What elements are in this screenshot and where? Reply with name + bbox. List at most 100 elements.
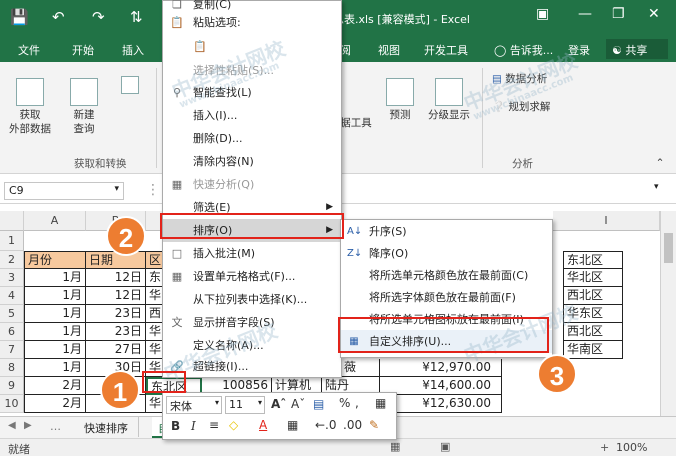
more-options-icon[interactable]: ⋮ xyxy=(146,182,160,198)
more-sheets-icon[interactable]: … xyxy=(50,420,61,433)
menu-item-clear-contents[interactable]: 清除内容(N) xyxy=(163,150,341,173)
submenu-item-sort-ascending[interactable]: A↓ 升序(S) xyxy=(341,220,552,243)
select-all-corner[interactable] xyxy=(0,211,24,231)
cell-region-i[interactable]: 华东区 xyxy=(563,305,623,323)
row-header[interactable]: 6 xyxy=(0,323,24,341)
page-layout-icon[interactable]: ▣ xyxy=(440,440,450,453)
tab-insert[interactable]: 插入 xyxy=(122,42,144,58)
cell-month[interactable]: 2月 xyxy=(24,377,86,395)
cell-amount[interactable]: ¥14,600.00 xyxy=(380,377,502,395)
increase-font-icon[interactable]: Aˆ xyxy=(271,397,286,411)
column-header[interactable]: I xyxy=(553,211,660,231)
submenu-item-cell-color-top[interactable]: 将所选单元格颜色放在最前面(C) xyxy=(341,264,552,287)
data-analysis-button[interactable]: ▤ 数据分析 xyxy=(492,72,572,86)
cell-region-i[interactable]: 西北区 xyxy=(563,323,623,341)
maximize-icon[interactable]: ❐ xyxy=(612,6,625,22)
menu-item-insert[interactable]: 插入(I)... xyxy=(163,104,341,127)
sheet-tab-quick-sort[interactable]: 快速排序 xyxy=(74,417,139,437)
menu-item-pick-from-list[interactable]: 从下拉列表中选择(K)... xyxy=(163,288,341,311)
menu-item-delete[interactable]: 删除(D)... xyxy=(163,127,341,150)
submenu-item-font-color-top[interactable]: 将所选字体颜色放在最前面(F) xyxy=(341,286,552,309)
cell-month[interactable]: 1月 xyxy=(24,341,86,359)
cell-month[interactable]: 2月 xyxy=(24,395,86,413)
tab-file[interactable]: 文件 xyxy=(18,42,40,58)
decrease-decimal-icon[interactable]: ←.0 xyxy=(315,418,337,432)
cell-date[interactable]: 23日 xyxy=(86,323,146,341)
row-header[interactable]: 1 xyxy=(0,231,24,251)
share-button[interactable]: ☯ 共享 xyxy=(606,39,668,59)
scroll-thumb[interactable] xyxy=(664,233,673,263)
forecast-button[interactable]: 预测 xyxy=(380,78,420,122)
redo-icon[interactable]: ↷ xyxy=(92,8,105,26)
percent-icon[interactable]: % xyxy=(339,396,350,410)
menu-item-format-cells[interactable]: ▦ 设置单元格格式(F)... xyxy=(163,265,341,288)
header-cell-month[interactable]: 月份 xyxy=(24,251,86,269)
collapse-ribbon-icon[interactable]: ⌃ xyxy=(652,156,668,170)
increase-decimal-icon[interactable]: .00 xyxy=(343,418,362,432)
row-header[interactable]: 9 xyxy=(0,377,24,395)
row-header[interactable]: 7 xyxy=(0,341,24,359)
font-select[interactable]: 宋体 ▾ xyxy=(166,396,222,414)
row-header[interactable]: 8 xyxy=(0,359,24,377)
cell-month[interactable]: 1月 xyxy=(24,359,86,377)
data-tools-button[interactable]: 据工具 xyxy=(336,116,376,130)
sort-quick-icon[interactable]: ⇅ xyxy=(130,8,143,26)
formula-input[interactable] xyxy=(340,180,660,200)
get-external-data-button[interactable]: 获取 外部数据 xyxy=(6,78,54,136)
tell-me-search[interactable]: ◯ 告诉我... xyxy=(494,42,553,58)
cell-month[interactable]: 1月 xyxy=(24,305,86,323)
zoom-in-icon[interactable]: + xyxy=(600,441,609,454)
chevron-down-icon[interactable]: ▾ xyxy=(114,184,119,194)
cell-region-i[interactable]: 华北区 xyxy=(563,269,623,287)
italic-icon[interactable]: I xyxy=(191,419,196,433)
tab-view[interactable]: 视图 xyxy=(378,42,400,58)
minimize-icon[interactable]: — xyxy=(578,6,592,22)
row-header[interactable]: 4 xyxy=(0,287,24,305)
row-header[interactable]: 3 xyxy=(0,269,24,287)
submenu-item-sort-descending[interactable]: Z↓ 降序(O) xyxy=(341,242,552,265)
tab-developer[interactable]: 开发工具 xyxy=(424,42,468,58)
cell-date[interactable]: 27日 xyxy=(86,341,146,359)
bold-icon[interactable]: B xyxy=(171,419,180,433)
accounting-format-icon[interactable]: ▤ xyxy=(313,397,324,411)
cell-month[interactable]: 1月 xyxy=(24,323,86,341)
vertical-scrollbar[interactable] xyxy=(660,211,676,416)
format-painter-icon[interactable]: ▦ xyxy=(375,396,386,410)
cell-name[interactable]: 薇 xyxy=(340,359,380,377)
row-header[interactable]: 2 xyxy=(0,251,24,269)
column-header[interactable]: A xyxy=(24,211,86,231)
zoom-level[interactable]: 100% xyxy=(616,441,647,454)
decrease-font-icon[interactable]: Aˇ xyxy=(291,397,305,411)
scroll-right-icon[interactable]: ▶ xyxy=(24,420,32,431)
menu-item-show-phonetic[interactable]: 文显示拼音字段(S) xyxy=(163,311,341,334)
cell-region-i[interactable]: 西北区 xyxy=(563,287,623,305)
font-color-icon[interactable]: A xyxy=(259,418,267,432)
borders-icon[interactable]: ▦ xyxy=(287,418,298,432)
solver-button[interactable]: ❔ 规划求解 xyxy=(492,100,572,114)
outline-button[interactable]: 分级显示 xyxy=(422,78,476,122)
fill-color-icon[interactable]: ◇ xyxy=(229,418,238,432)
close-icon[interactable]: ✕ xyxy=(648,6,660,22)
menu-item-paste-special[interactable]: 选择性粘贴(S)... xyxy=(163,59,341,82)
menu-item-hyperlink[interactable]: 🔗 超链接(I)... xyxy=(163,355,341,378)
expand-formula-icon[interactable]: ▾ xyxy=(654,182,659,192)
undo-icon[interactable]: ↶ xyxy=(52,8,65,26)
row-header[interactable]: 5 xyxy=(0,305,24,323)
show-queries-icon[interactable] xyxy=(116,76,144,96)
ribbon-display-icon[interactable]: ▣ xyxy=(536,6,549,22)
name-box[interactable]: C9 ▾ xyxy=(4,182,124,200)
eraser-icon[interactable]: ✎ xyxy=(369,418,379,432)
cell-amount[interactable]: ¥12,630.00 xyxy=(380,395,502,413)
menu-item-paste-clipboard[interactable]: 📋 xyxy=(163,34,341,60)
menu-item-quick-analysis[interactable]: ▦ 快速分析(Q) xyxy=(163,173,341,196)
row-header[interactable]: 10 xyxy=(0,395,24,413)
new-query-button[interactable]: 新建 查询 xyxy=(62,78,106,136)
cell-amount[interactable]: ¥12,970.00 xyxy=(380,359,502,377)
cell-month[interactable]: 1月 xyxy=(24,287,86,305)
comma-style-icon[interactable]: , xyxy=(355,396,359,410)
cell-region-i[interactable]: 华南区 xyxy=(563,341,623,359)
menu-item-define-name[interactable]: 定义名称(A)... xyxy=(163,334,341,357)
cell-date[interactable]: 12日 xyxy=(86,287,146,305)
save-icon[interactable]: 💾 xyxy=(10,8,29,26)
login-link[interactable]: 登录 xyxy=(568,42,590,58)
